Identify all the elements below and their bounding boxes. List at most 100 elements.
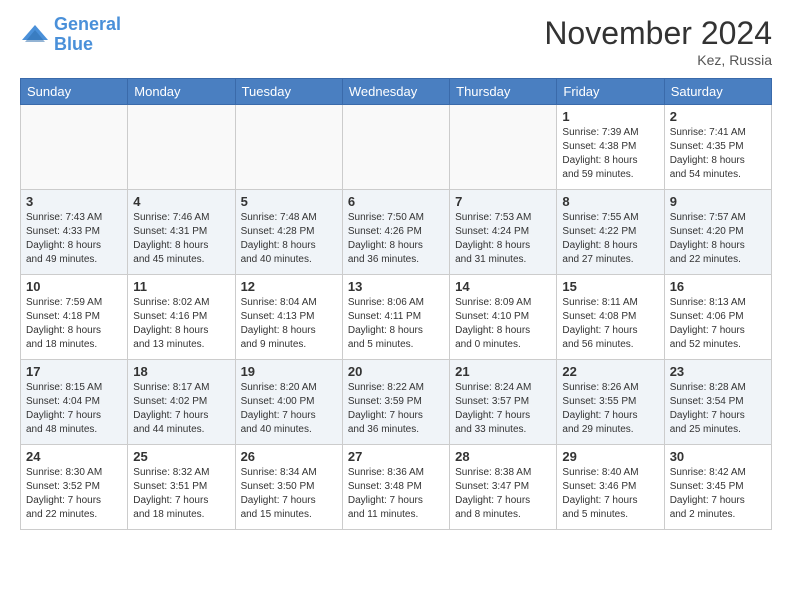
calendar-day-cell: 12 Sunrise: 8:04 AM Sunset: 4:13 PM Dayli… [235,275,342,360]
day-number: 27 [348,449,444,464]
day-info: Sunrise: 8:32 AM Sunset: 3:51 PM Dayligh… [133,466,229,522]
day-info: Sunrise: 8:09 AM Sunset: 4:10 PM Dayligh… [455,296,551,352]
day-number: 23 [670,364,766,379]
logo-blue: Blue [54,34,93,54]
calendar-day-cell: 23 Sunrise: 8:28 AM Sunset: 3:54 PM Dayli… [664,360,771,445]
calendar-day-cell [128,105,235,190]
calendar-week-row: 1Sunrise: 7:39 AM Sunset: 4:38 PM Daylig… [21,105,772,190]
day-info: Sunrise: 8:15 AM Sunset: 4:04 PM Dayligh… [26,381,122,437]
day-number: 13 [348,279,444,294]
day-of-week-header: Tuesday [235,79,342,105]
day-number: 17 [26,364,122,379]
day-number: 10 [26,279,122,294]
calendar-day-cell: 15Sunrise: 8:11 AM Sunset: 4:08 PM Dayli… [557,275,664,360]
day-number: 7 [455,194,551,209]
day-of-week-header: Sunday [21,79,128,105]
day-number: 2 [670,109,766,124]
day-of-week-header: Monday [128,79,235,105]
day-info: Sunrise: 8:04 AM Sunset: 4:13 PM Dayligh… [241,296,337,352]
day-info: Sunrise: 7:55 AM Sunset: 4:22 PM Dayligh… [562,211,658,267]
day-info: Sunrise: 7:41 AM Sunset: 4:35 PM Dayligh… [670,126,766,182]
calendar-week-row: 10 Sunrise: 7:59 AM Sunset: 4:18 PM Dayli… [21,275,772,360]
calendar-day-cell: 28 Sunrise: 8:38 AM Sunset: 3:47 PM Dayli… [450,445,557,530]
day-info: Sunrise: 8:24 AM Sunset: 3:57 PM Dayligh… [455,381,551,437]
calendar-day-cell [342,105,449,190]
day-info: Sunrise: 8:36 AM Sunset: 3:48 PM Dayligh… [348,466,444,522]
logo-icon [20,20,50,50]
day-info: Sunrise: 8:42 AM Sunset: 3:45 PM Dayligh… [670,466,766,522]
day-info: Sunrise: 8:40 AM Sunset: 3:46 PM Dayligh… [562,466,658,522]
day-info: Sunrise: 7:43 AM Sunset: 4:33 PM Dayligh… [26,211,122,267]
calendar-day-cell: 29Sunrise: 8:40 AM Sunset: 3:46 PM Dayli… [557,445,664,530]
calendar-day-cell: 9 Sunrise: 7:57 AM Sunset: 4:20 PM Daylig… [664,190,771,275]
day-number: 15 [562,279,658,294]
calendar-day-cell: 26 Sunrise: 8:34 AM Sunset: 3:50 PM Dayli… [235,445,342,530]
header: General Blue November 2024 Kez, Russia [0,0,792,78]
day-number: 26 [241,449,337,464]
day-number: 19 [241,364,337,379]
calendar-day-cell: 2 Sunrise: 7:41 AM Sunset: 4:35 PM Daylig… [664,105,771,190]
day-of-week-header: Friday [557,79,664,105]
day-of-week-header: Wednesday [342,79,449,105]
day-number: 20 [348,364,444,379]
logo: General Blue [20,15,121,55]
day-number: 4 [133,194,229,209]
calendar-day-cell: 6Sunrise: 7:50 AM Sunset: 4:26 PM Daylig… [342,190,449,275]
calendar-day-cell: 21 Sunrise: 8:24 AM Sunset: 3:57 PM Dayli… [450,360,557,445]
calendar-day-cell: 8 Sunrise: 7:55 AM Sunset: 4:22 PM Daylig… [557,190,664,275]
day-info: Sunrise: 7:57 AM Sunset: 4:20 PM Dayligh… [670,211,766,267]
calendar-day-cell: 27 Sunrise: 8:36 AM Sunset: 3:48 PM Dayli… [342,445,449,530]
day-info: Sunrise: 8:38 AM Sunset: 3:47 PM Dayligh… [455,466,551,522]
calendar-week-row: 17 Sunrise: 8:15 AM Sunset: 4:04 PM Dayli… [21,360,772,445]
day-info: Sunrise: 8:13 AM Sunset: 4:06 PM Dayligh… [670,296,766,352]
day-number: 14 [455,279,551,294]
day-info: Sunrise: 8:30 AM Sunset: 3:52 PM Dayligh… [26,466,122,522]
day-info: Sunrise: 7:48 AM Sunset: 4:28 PM Dayligh… [241,211,337,267]
day-number: 21 [455,364,551,379]
day-info: Sunrise: 8:34 AM Sunset: 3:50 PM Dayligh… [241,466,337,522]
day-number: 12 [241,279,337,294]
day-number: 25 [133,449,229,464]
day-number: 30 [670,449,766,464]
logo-general: General [54,14,121,34]
calendar-day-cell: 17 Sunrise: 8:15 AM Sunset: 4:04 PM Dayli… [21,360,128,445]
day-number: 22 [562,364,658,379]
calendar-day-cell: 30 Sunrise: 8:42 AM Sunset: 3:45 PM Dayli… [664,445,771,530]
calendar-day-cell: 20Sunrise: 8:22 AM Sunset: 3:59 PM Dayli… [342,360,449,445]
day-number: 1 [562,109,658,124]
calendar-day-cell: 10 Sunrise: 7:59 AM Sunset: 4:18 PM Dayli… [21,275,128,360]
calendar-day-cell: 25 Sunrise: 8:32 AM Sunset: 3:51 PM Dayli… [128,445,235,530]
day-number: 16 [670,279,766,294]
day-info: Sunrise: 8:17 AM Sunset: 4:02 PM Dayligh… [133,381,229,437]
location: Kez, Russia [544,52,772,68]
day-number: 6 [348,194,444,209]
day-number: 8 [562,194,658,209]
day-number: 24 [26,449,122,464]
calendar-week-row: 24 Sunrise: 8:30 AM Sunset: 3:52 PM Dayli… [21,445,772,530]
calendar-day-cell: 14 Sunrise: 8:09 AM Sunset: 4:10 PM Dayli… [450,275,557,360]
day-of-week-header: Thursday [450,79,557,105]
title-area: November 2024 Kez, Russia [544,15,772,68]
day-info: Sunrise: 8:20 AM Sunset: 4:00 PM Dayligh… [241,381,337,437]
calendar-day-cell: 7Sunrise: 7:53 AM Sunset: 4:24 PM Daylig… [450,190,557,275]
day-info: Sunrise: 7:46 AM Sunset: 4:31 PM Dayligh… [133,211,229,267]
calendar-day-cell: 24 Sunrise: 8:30 AM Sunset: 3:52 PM Dayli… [21,445,128,530]
day-info: Sunrise: 8:28 AM Sunset: 3:54 PM Dayligh… [670,381,766,437]
calendar-day-cell [21,105,128,190]
calendar-day-cell: 18 Sunrise: 8:17 AM Sunset: 4:02 PM Dayli… [128,360,235,445]
calendar-wrapper: SundayMondayTuesdayWednesdayThursdayFrid… [0,78,792,540]
day-number: 3 [26,194,122,209]
calendar-week-row: 3 Sunrise: 7:43 AM Sunset: 4:33 PM Daylig… [21,190,772,275]
day-number: 11 [133,279,229,294]
day-of-week-header: Saturday [664,79,771,105]
calendar-day-cell: 22Sunrise: 8:26 AM Sunset: 3:55 PM Dayli… [557,360,664,445]
calendar-day-cell: 19 Sunrise: 8:20 AM Sunset: 4:00 PM Dayli… [235,360,342,445]
calendar-day-cell: 5Sunrise: 7:48 AM Sunset: 4:28 PM Daylig… [235,190,342,275]
day-number: 28 [455,449,551,464]
calendar-day-cell: 4 Sunrise: 7:46 AM Sunset: 4:31 PM Daylig… [128,190,235,275]
logo-text: General Blue [54,15,121,55]
day-number: 9 [670,194,766,209]
day-number: 18 [133,364,229,379]
day-info: Sunrise: 7:59 AM Sunset: 4:18 PM Dayligh… [26,296,122,352]
day-info: Sunrise: 8:02 AM Sunset: 4:16 PM Dayligh… [133,296,229,352]
